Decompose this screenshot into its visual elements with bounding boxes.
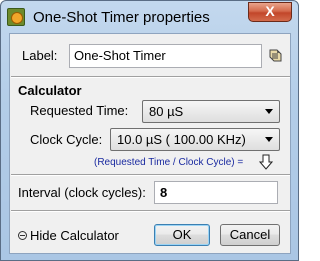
label-row: Label: One-Shot Timer — [18, 44, 283, 68]
dialog-window: One-Shot Timer properties X Label: One-S… — [0, 0, 299, 261]
separator — [11, 174, 290, 176]
dropdown-arrow-icon — [265, 137, 273, 142]
clock-cycle-label: Clock Cycle: — [30, 132, 103, 147]
window-title: One-Shot Timer properties — [33, 9, 210, 26]
interval-input[interactable]: 8 — [154, 181, 278, 204]
dropdown-arrow-icon — [265, 109, 273, 114]
hide-calculator-toggle[interactable]: Hide Calculator — [18, 228, 119, 243]
close-button[interactable]: X — [248, 2, 292, 22]
separator — [11, 76, 290, 78]
clock-cycle-select[interactable]: 10.0 µS ( 100.00 KHz) — [110, 128, 280, 151]
label-input[interactable]: One-Shot Timer — [69, 44, 262, 68]
formula-text: (Requested Time / Clock Cycle) = — [94, 157, 244, 168]
app-timer-icon — [7, 8, 25, 26]
calculator-title: Calculator — [18, 83, 82, 98]
tag-icon[interactable] — [267, 48, 283, 64]
title-bar[interactable]: One-Shot Timer properties X — [1, 1, 298, 33]
requested-time-label: Requested Time: — [30, 103, 129, 118]
cancel-button[interactable]: Cancel — [220, 224, 280, 246]
collapse-circle-icon — [18, 231, 27, 240]
down-arrow-icon[interactable] — [259, 154, 273, 170]
close-icon: X — [265, 3, 275, 19]
requested-time-select[interactable]: 80 µS — [142, 100, 280, 123]
separator — [11, 210, 290, 212]
dialog-body: Label: One-Shot Timer Calculator Request… — [9, 33, 291, 254]
ok-button[interactable]: OK — [154, 224, 210, 246]
interval-label: Interval (clock cycles): — [18, 185, 146, 200]
requested-time-value: 80 µS — [149, 104, 184, 119]
hide-calculator-label: Hide Calculator — [30, 228, 119, 243]
clock-cycle-value: 10.0 µS ( 100.00 KHz) — [117, 132, 246, 147]
label-field-label: Label: — [22, 48, 58, 63]
